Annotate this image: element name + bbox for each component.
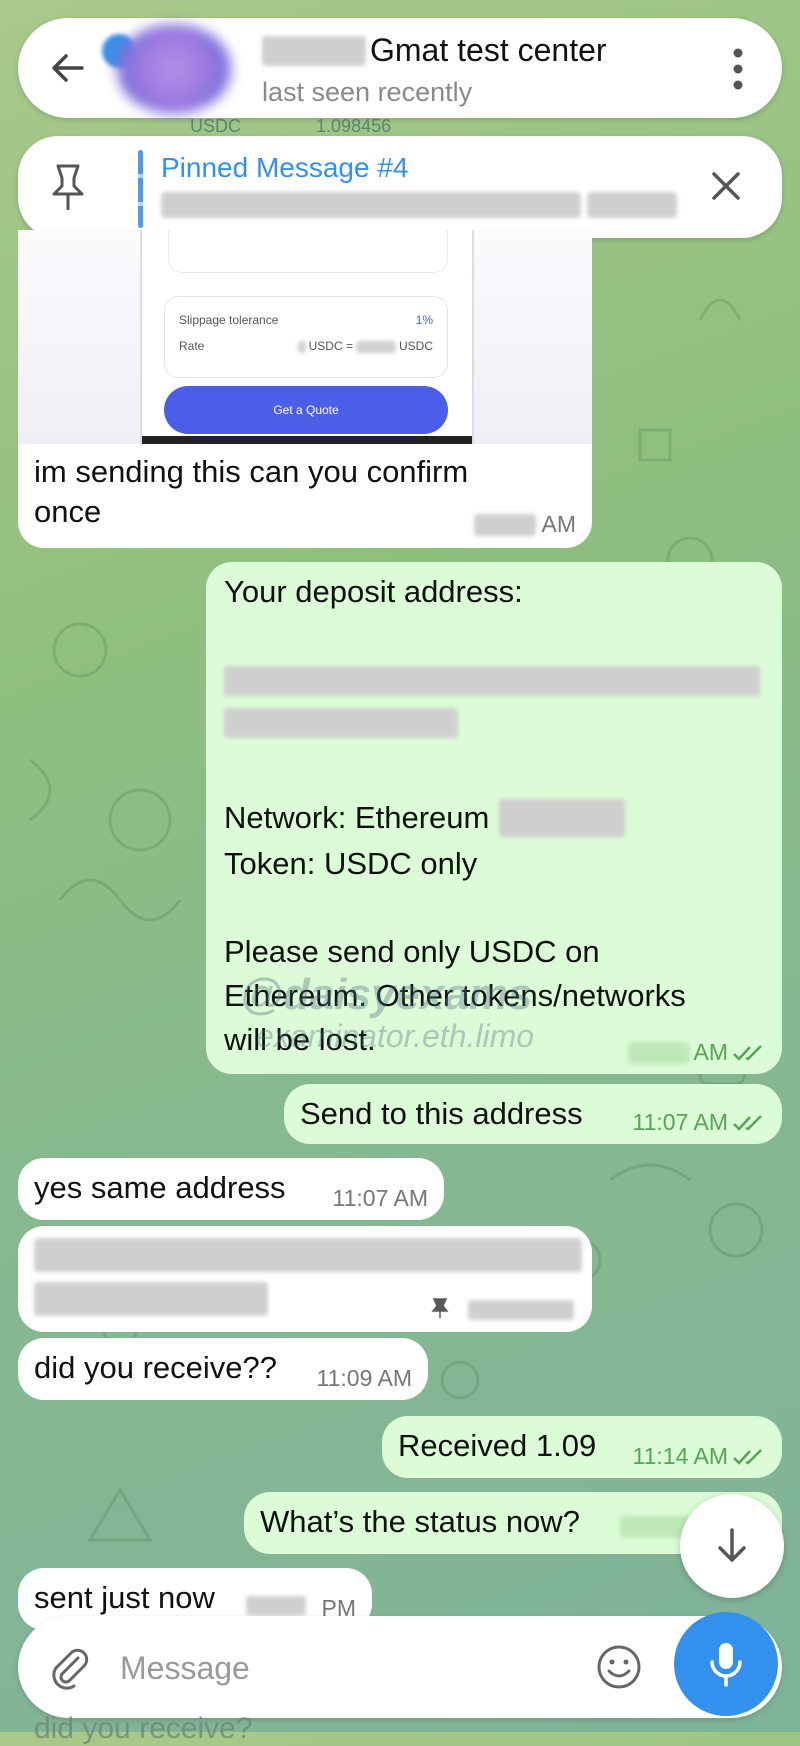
pinned-title: Pinned Message #4 (161, 152, 409, 183)
message-text: Received 1.09 (398, 1428, 597, 1463)
pin-icon (52, 164, 84, 210)
watermark-handle: @daisyexams (240, 970, 533, 1019)
double-check-icon (733, 1115, 762, 1131)
double-check-icon (733, 1449, 762, 1465)
message-line: Please send only USDC on (224, 934, 600, 969)
message-text: im sending this can you confirm once (34, 454, 469, 530)
screenshot-attachment[interactable]: Slippage tolerance 1% Rate USDC = USDC G… (18, 230, 592, 444)
watermark-site: examinator.eth.limo (256, 1018, 535, 1054)
chat-header: Gmat test center last seen recently (18, 18, 782, 118)
rate-value-b: USDC (398, 339, 433, 353)
phone-screenshot: Slippage tolerance 1% Rate USDC = USDC G… (140, 230, 474, 444)
redacted-text (34, 1282, 268, 1316)
redacted-text (34, 1238, 582, 1272)
arrow-down-icon (718, 1528, 746, 1562)
scrolled-content-peek: USDC 1.098456 (190, 116, 391, 137)
message-text: did you receive?? (34, 1350, 277, 1385)
close-icon[interactable] (706, 166, 746, 206)
redacted-address (224, 666, 760, 738)
screenshot-rate-card: Slippage tolerance 1% Rate USDC = USDC (164, 296, 448, 378)
message-bubble[interactable]: Send to this address 11:07 AM (284, 1084, 782, 1144)
message-composer (18, 1616, 782, 1718)
message-text: sent just now (34, 1580, 215, 1615)
redacted-name (262, 35, 366, 66)
chat-status: last seen recently (262, 77, 473, 107)
pin-icon (431, 1298, 449, 1318)
scrolled-message-peek: did you receive? (34, 1712, 253, 1745)
more-options-icon[interactable] (732, 48, 744, 90)
rate-value-a: USDC = (308, 339, 353, 353)
slippage-label: Slippage tolerance (179, 313, 279, 327)
message-input[interactable] (118, 1642, 592, 1694)
peek-value: 1.098456 (316, 116, 392, 136)
screenshot-card (168, 230, 448, 273)
watermark: @daisyexams examinator.eth.limo (200, 970, 534, 1055)
message-bubble-pinned[interactable] (18, 1226, 592, 1332)
message-bubble[interactable]: did you receive?? 11:09 AM (18, 1338, 428, 1400)
message-time: AM (693, 1039, 729, 1065)
double-check-icon (733, 1045, 762, 1061)
message-text: yes same address (34, 1170, 286, 1205)
pinned-message-bar[interactable]: Pinned Message #4 (18, 136, 782, 238)
voice-message-button[interactable] (674, 1612, 778, 1716)
peek-token: USDC (190, 116, 242, 136)
message-time: AM (541, 511, 577, 537)
microphone-icon (710, 1643, 742, 1687)
message-line: Network: Ethereum (224, 800, 490, 835)
message-text: Send to this address (300, 1096, 583, 1131)
message-time: 11:07 AM (632, 1109, 728, 1135)
message-time: 11:09 AM (316, 1365, 412, 1391)
emoji-icon[interactable] (596, 1644, 642, 1690)
pinned-indicator (138, 150, 143, 228)
avatar[interactable] (116, 24, 232, 114)
message-bubble[interactable]: yes same address 11:07 AM (18, 1158, 444, 1220)
message-bubble[interactable]: Received 1.09 11:14 AM (382, 1416, 782, 1478)
message-line: Your deposit address: (224, 574, 523, 609)
attach-icon[interactable] (48, 1646, 92, 1690)
message-time: 11:07 AM (332, 1185, 428, 1211)
slippage-value: 1% (415, 313, 433, 327)
message-time: 11:14 AM (632, 1443, 728, 1469)
message-bubble-image[interactable]: Slippage tolerance 1% Rate USDC = USDC G… (18, 230, 592, 548)
get-quote-button-preview: Get a Quote (164, 386, 448, 434)
message-line: Token: USDC only (224, 846, 478, 881)
chat-title[interactable]: Gmat test center (262, 32, 607, 69)
rate-label: Rate (179, 339, 205, 353)
pinned-preview-redacted (161, 192, 678, 223)
chat-title-text: Gmat test center (370, 32, 607, 68)
scroll-to-bottom-button[interactable] (680, 1494, 784, 1598)
back-arrow-icon[interactable] (46, 46, 90, 90)
message-text: What’s the status now? (260, 1504, 580, 1539)
